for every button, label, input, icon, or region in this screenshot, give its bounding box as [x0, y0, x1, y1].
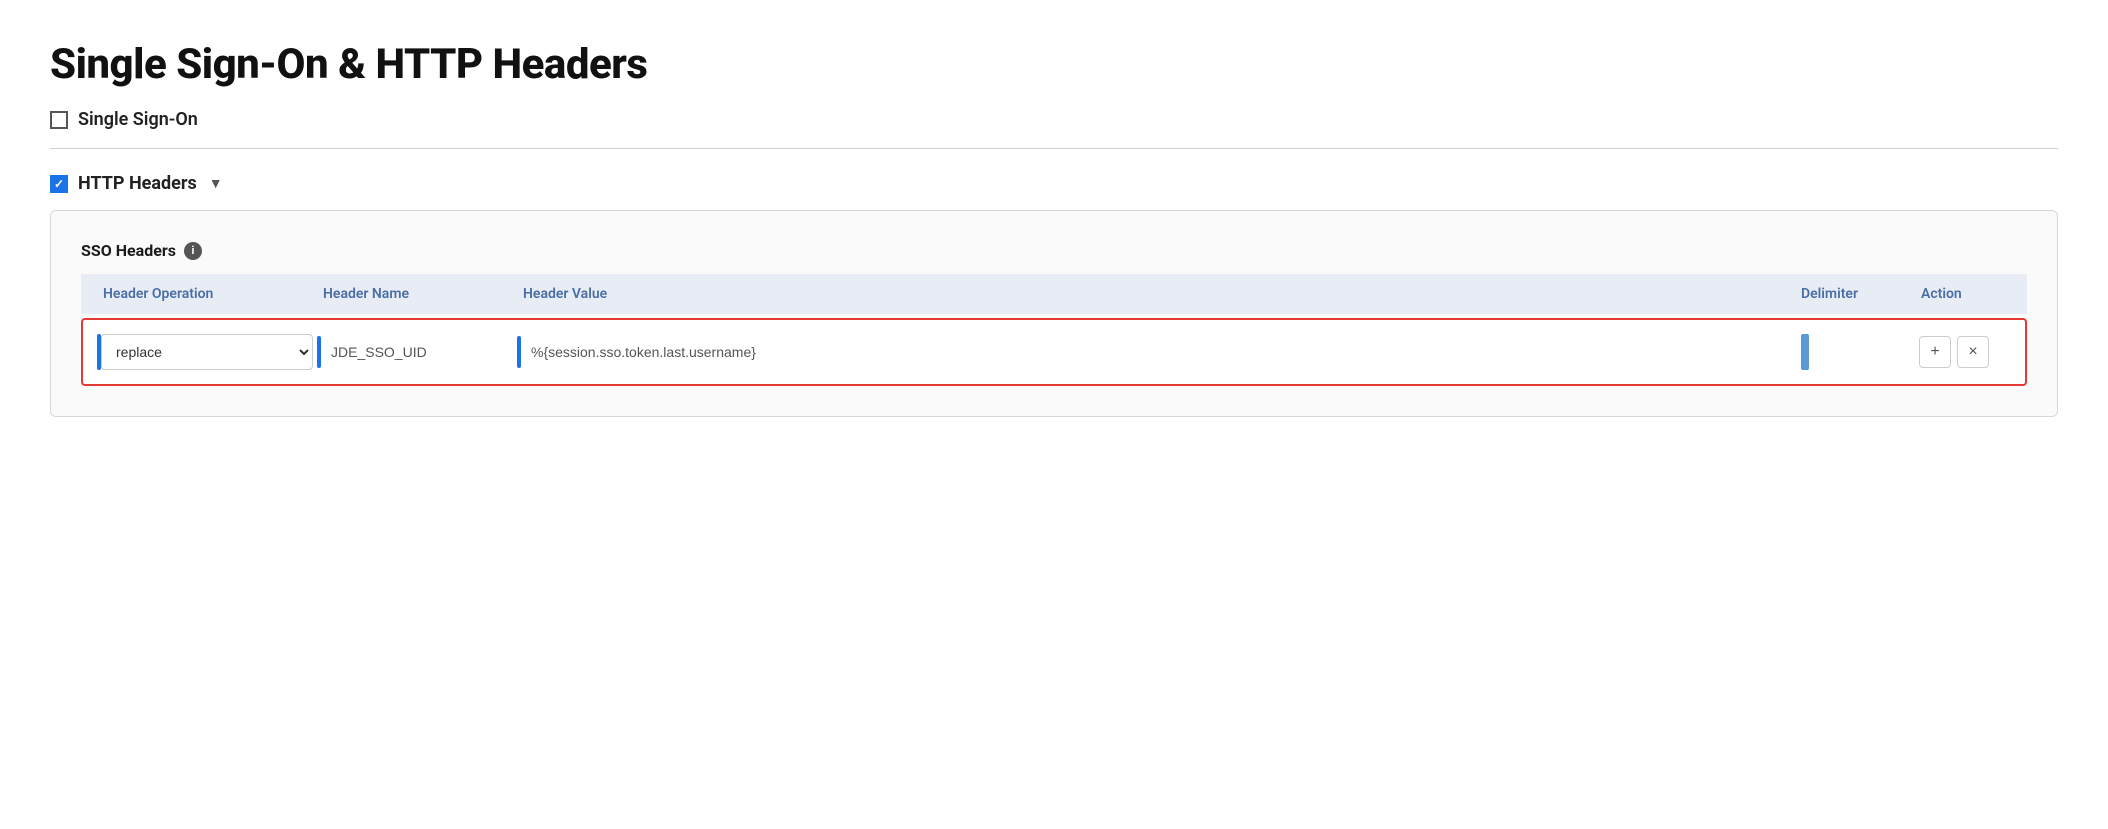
- table-header-row: Header Operation Header Name Header Valu…: [81, 274, 2027, 314]
- page-title: Single Sign-On & HTTP Headers: [50, 40, 2058, 89]
- cell-separator-operation: [97, 334, 101, 369]
- col-header-name: Header Name: [315, 284, 515, 304]
- headers-container: SSO Headers i Header Operation Header Na…: [50, 210, 2058, 417]
- cell-delimiter: [1791, 330, 1911, 374]
- cell-separator-name: [317, 336, 321, 368]
- section-divider: [50, 148, 2058, 149]
- cell-header-name: [317, 332, 517, 372]
- http-headers-toggle: HTTP Headers ▼: [50, 173, 2058, 194]
- header-name-input[interactable]: [321, 336, 513, 368]
- sso-headers-table: Header Operation Header Name Header Valu…: [81, 274, 2027, 386]
- sso-section: Single Sign-On: [50, 109, 2058, 130]
- sso-headers-label: SSO Headers: [81, 241, 176, 260]
- add-row-button[interactable]: +: [1919, 336, 1951, 368]
- col-header-delimiter: Delimiter: [1793, 284, 1913, 304]
- cell-header-value: [517, 332, 1791, 372]
- header-value-input[interactable]: [521, 336, 1787, 368]
- col-header-action: Action: [1913, 284, 2013, 304]
- sso-checkbox[interactable]: [50, 111, 68, 129]
- info-icon[interactable]: i: [184, 242, 202, 260]
- cell-action: + ×: [1911, 332, 2011, 372]
- sso-label: Single Sign-On: [78, 109, 198, 130]
- col-header-value: Header Value: [515, 284, 1793, 304]
- cell-operation: replace add remove: [97, 330, 317, 374]
- http-headers-section: HTTP Headers ▼ SSO Headers i Header Oper…: [50, 173, 2058, 417]
- sso-headers-title: SSO Headers i: [81, 241, 2027, 260]
- chevron-down-icon[interactable]: ▼: [209, 175, 223, 192]
- operation-dropdown[interactable]: replace add remove: [101, 334, 313, 370]
- remove-row-button[interactable]: ×: [1957, 336, 1989, 368]
- http-headers-checkbox[interactable]: [50, 175, 68, 193]
- table-row: replace add remove +: [81, 318, 2027, 386]
- cell-separator-value: [517, 336, 521, 368]
- http-headers-label: HTTP Headers: [78, 173, 197, 194]
- col-header-operation: Header Operation: [95, 284, 315, 304]
- delimiter-bar: [1801, 334, 1809, 370]
